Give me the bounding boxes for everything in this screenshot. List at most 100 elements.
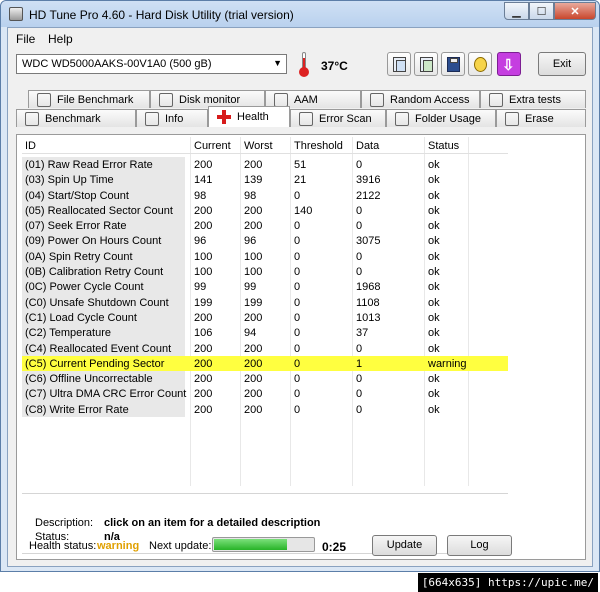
cell-worst: 200	[244, 311, 263, 324]
table-row[interactable]: (07) Seek Error Rate 200 200 0 0 ok	[22, 218, 508, 234]
tab-error-scan[interactable]: Error Scan	[290, 109, 386, 127]
disk-monitor-icon	[159, 92, 173, 107]
tab-info[interactable]: Info	[136, 109, 208, 127]
cell-data: 1968	[356, 281, 381, 294]
cell-status: ok	[428, 373, 440, 386]
cell-data: 0	[356, 250, 363, 263]
column-threshold[interactable]: Threshold	[294, 140, 343, 152]
cell-current: 200	[194, 373, 213, 386]
extra-tests-icon	[489, 92, 503, 107]
info-icon	[145, 111, 159, 126]
purple-arrow-icon: ⇩	[502, 57, 515, 74]
cell-threshold: 0	[294, 220, 301, 233]
tab-benchmark[interactable]: Benchmark	[16, 109, 136, 127]
benchmark-icon	[25, 111, 39, 126]
copy-all-button[interactable]	[414, 52, 438, 76]
menu-help[interactable]: Help	[48, 32, 73, 46]
app-icon	[9, 7, 23, 21]
cell-data: 0	[356, 220, 363, 233]
table-row[interactable]: (0B) Calibration Retry Count 100 100 0 0 ok	[22, 264, 508, 280]
table-row[interactable]: (04) Start/Stop Count 98 98 0 2122 ok	[22, 187, 508, 203]
cell-data: 1108	[356, 296, 380, 309]
cell-status: ok	[428, 235, 440, 248]
cell-current: 200	[194, 357, 213, 370]
cell-data: 0	[356, 342, 363, 355]
cell-current: 106	[194, 327, 213, 340]
table-row[interactable]: (C5) Current Pending Sector 200 200 0 1 warni…	[22, 355, 508, 372]
table-row[interactable]: (C8) Write Error Rate 200 200 0 0 ok	[22, 401, 508, 418]
close-button[interactable]: ✕	[554, 2, 596, 20]
table-row[interactable]: (C1) Load Cycle Count 200 200 0 1013 ok	[22, 309, 508, 326]
cell-id: (01) Raw Read Error Rate	[22, 157, 185, 173]
table-row[interactable]: (C6) Offline Uncorrectable 200 200 0 0 ok	[22, 371, 508, 387]
options-icon	[474, 57, 487, 72]
cell-worst: 98	[244, 189, 257, 202]
cell-worst: 100	[244, 266, 263, 279]
tab-extra-tests[interactable]: Extra tests	[480, 90, 586, 108]
table-row[interactable]: (0A) Spin Retry Count 100 100 0 0 ok	[22, 248, 508, 265]
cell-status: ok	[428, 250, 440, 263]
column-data[interactable]: Data	[356, 140, 379, 152]
table-row[interactable]: (03) Spin Up Time 141 139 21 3916 ok	[22, 172, 508, 188]
table-row[interactable]: (C4) Reallocated Event Count 200 200 0 0 ok	[22, 340, 508, 356]
smart-table[interactable]: ID Current Worst Threshold Data Status (…	[22, 137, 508, 486]
copy-button[interactable]	[387, 52, 411, 76]
column-id[interactable]: ID	[25, 140, 36, 152]
tab-random-access[interactable]: Random Access	[361, 90, 480, 108]
cell-data: 37	[356, 327, 369, 340]
cell-id: (C0) Unsafe Shutdown Count	[22, 294, 185, 310]
table-row[interactable]: (C7) Ultra DMA CRC Error Count 200 200 0 0 ok	[22, 386, 508, 402]
table-row[interactable]: (01) Raw Read Error Rate 200 200 51 0 ok	[22, 157, 508, 173]
cell-current: 200	[194, 403, 213, 416]
cell-status: ok	[428, 388, 440, 401]
options-button[interactable]	[468, 52, 492, 76]
update-button[interactable]: Update	[372, 535, 437, 556]
table-row[interactable]: (05) Reallocated Sector Count 200 200 140 0 o…	[22, 202, 508, 219]
window-title: HD Tune Pro 4.60 - Hard Disk Utility (tr…	[29, 8, 294, 22]
cell-data: 0	[356, 159, 363, 171]
title-bar[interactable]: HD Tune Pro 4.60 - Hard Disk Utility (tr…	[1, 1, 599, 27]
exit-button[interactable]: Exit	[538, 52, 586, 76]
table-row[interactable]: (0C) Power Cycle Count 99 99 0 1968 ok	[22, 279, 508, 295]
cell-data: 1	[356, 357, 363, 370]
save-button[interactable]	[441, 52, 465, 76]
download-button[interactable]: ⇩	[497, 52, 521, 76]
cell-id: (0C) Power Cycle Count	[22, 279, 185, 295]
cell-worst: 200	[244, 220, 263, 233]
cell-worst: 200	[244, 159, 263, 171]
column-worst[interactable]: Worst	[244, 140, 273, 152]
cell-worst: 200	[244, 403, 263, 416]
cell-threshold: 0	[294, 266, 301, 279]
minimize-button[interactable]: ▁	[504, 2, 529, 20]
tab-label: Folder Usage	[415, 112, 482, 125]
column-status[interactable]: Status	[428, 140, 459, 152]
table-row[interactable]: (C2) Temperature 106 94 0 37 ok	[22, 325, 508, 341]
cell-threshold: 0	[294, 250, 301, 263]
cell-status: ok	[428, 311, 440, 324]
cell-status: ok	[428, 159, 440, 171]
table-row[interactable]: (C0) Unsafe Shutdown Count 199 199 0 1108 ok	[22, 294, 508, 310]
cell-id: (C2) Temperature	[22, 325, 185, 341]
tab-erase[interactable]: Erase	[496, 109, 586, 127]
cell-current: 200	[194, 204, 213, 217]
cell-threshold: 0	[294, 403, 301, 416]
log-button[interactable]: Log	[447, 535, 512, 556]
tab-file-benchmark[interactable]: File Benchmark	[28, 90, 150, 108]
maximize-button[interactable]: ☐	[529, 2, 554, 20]
temperature-readout: 37°C	[321, 59, 348, 73]
cell-threshold: 0	[294, 342, 301, 355]
cell-id: (C8) Write Error Rate	[22, 401, 185, 418]
column-current[interactable]: Current	[194, 140, 231, 152]
tab-health[interactable]: Health	[208, 106, 290, 127]
health-status-value: warning	[97, 540, 140, 552]
table-row[interactable]: (09) Power On Hours Count 96 96 0 3075 ok	[22, 233, 508, 249]
cell-threshold: 140	[294, 204, 313, 217]
tab-label: Info	[165, 112, 184, 125]
cell-threshold: 21	[294, 174, 307, 187]
tab-folder-usage[interactable]: Folder Usage	[386, 109, 496, 127]
cell-id: (0B) Calibration Retry Count	[22, 264, 185, 280]
drive-selector[interactable]: WDC WD5000AAKS-00V1A0 (500 gB) ▼	[16, 54, 287, 74]
tab-label: Disk monitor	[179, 93, 241, 106]
menu-file[interactable]: File	[16, 32, 35, 46]
cell-current: 96	[194, 235, 207, 248]
